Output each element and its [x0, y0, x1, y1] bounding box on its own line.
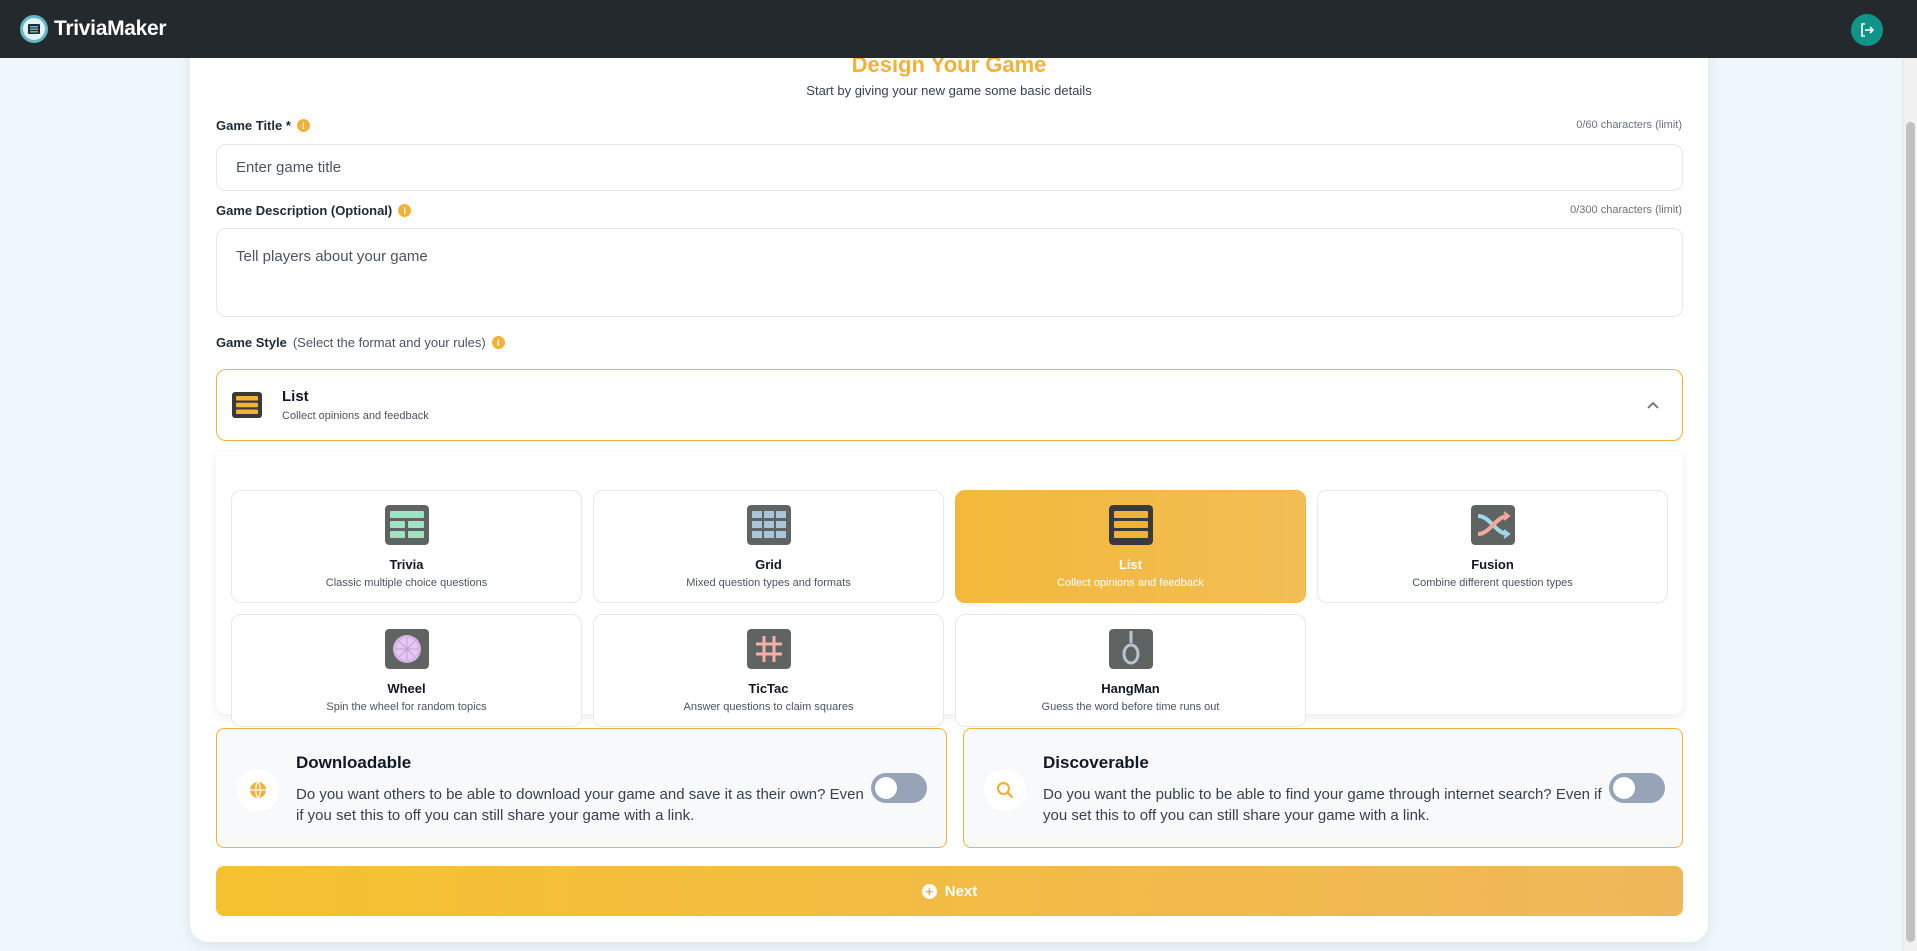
toggle-knob — [1613, 777, 1635, 799]
info-icon[interactable]: i — [398, 204, 412, 217]
app-name: TriviaMaker — [54, 17, 167, 40]
game-description-char-count: 0/300 characters (limit) — [1570, 204, 1682, 216]
downloadable-setting: Downloadable Do you want others to be ab… — [216, 728, 947, 848]
page-scrollbar[interactable] — [1902, 58, 1917, 951]
page-subtitle: Start by giving your new game some basic… — [806, 83, 1092, 98]
brand[interactable]: TriviaMaker — [20, 15, 167, 43]
downloadable-toggle[interactable] — [871, 773, 927, 803]
style-option-description: Answer questions to claim squares — [683, 701, 854, 713]
style-option-trivia[interactable]: Trivia Classic multiple choice questions — [231, 490, 582, 603]
game-title-char-count: 0/60 characters (limit) — [1576, 119, 1682, 131]
discoverable-description: Do you want the public to be able to fin… — [1043, 786, 1602, 824]
trivia-icon — [384, 505, 429, 545]
info-icon[interactable]: i — [296, 119, 310, 132]
search-icon — [984, 769, 1026, 811]
game-style-label: Game Style (Select the format and your r… — [216, 335, 505, 350]
info-icon[interactable]: i — [491, 336, 505, 349]
style-option-title: List — [1118, 557, 1143, 572]
tictac-icon — [746, 629, 791, 669]
style-option-title: HangMan — [1101, 681, 1160, 696]
style-option-hangman[interactable]: HangMan Guess the word before time runs … — [955, 614, 1306, 727]
style-option-title: Trivia — [389, 557, 424, 572]
scrollbar-thumb[interactable] — [1906, 122, 1915, 942]
fusion-icon — [1470, 505, 1515, 545]
style-option-wheel[interactable]: Wheel Spin the wheel for random topics — [231, 614, 582, 727]
style-option-fusion[interactable]: Fusion Combine different question types — [1317, 490, 1668, 603]
list-icon — [1108, 505, 1153, 545]
design-game-card: Design Your Game Start by giving your ne… — [190, 30, 1708, 942]
game-style-dropdown[interactable]: List Collect opinions and feedback — [216, 369, 1683, 441]
top-navigation-bar: TriviaMaker — [0, 0, 1917, 58]
selected-style-description: Collect opinions and feedback — [282, 410, 429, 422]
discoverable-title: Discoverable — [1043, 753, 1149, 772]
hangman-icon — [1108, 629, 1153, 669]
style-option-description: Mixed question types and formats — [686, 577, 851, 589]
game-title-label: Game Title * i — [216, 118, 310, 133]
style-option-description: Collect opinions and feedback — [1057, 577, 1204, 589]
next-button-label: Next — [944, 882, 978, 900]
style-option-title: Fusion — [1471, 557, 1514, 572]
plus-circle-icon: + — [921, 883, 937, 899]
toggle-knob — [875, 777, 897, 799]
globe-icon — [237, 769, 279, 811]
downloadable-description: Do you want others to be able to downloa… — [296, 786, 864, 824]
style-option-tictac[interactable]: TicTac Answer questions to claim squares — [593, 614, 944, 727]
game-description-label: Game Description (Optional) i — [216, 203, 412, 218]
game-description-textarea[interactable] — [216, 228, 1683, 317]
style-option-grid[interactable]: Grid Mixed question types and formats — [593, 490, 944, 603]
list-icon — [232, 392, 262, 418]
logout-button[interactable] — [1851, 14, 1883, 46]
game-style-label-text: Game Style — [216, 335, 287, 350]
game-title-label-text: Game Title * — [216, 118, 291, 133]
logout-icon — [1861, 23, 1875, 37]
style-option-title: Wheel — [387, 681, 426, 696]
style-option-list[interactable]: List Collect opinions and feedback — [955, 490, 1306, 603]
downloadable-title: Downloadable — [296, 753, 412, 772]
style-option-title: Grid — [755, 557, 782, 572]
trivia-maker-logo-icon — [20, 15, 48, 43]
game-description-label-text: Game Description (Optional) — [216, 203, 393, 218]
grid-icon — [746, 505, 791, 545]
style-option-description: Spin the wheel for random topics — [326, 701, 487, 713]
discoverable-setting: Discoverable Do you want the public to b… — [963, 728, 1683, 848]
game-style-hint: (Select the format and your rules) — [292, 335, 486, 350]
next-button[interactable]: + Next — [216, 866, 1683, 916]
style-option-description: Classic multiple choice questions — [325, 577, 488, 589]
style-option-title: TicTac — [748, 681, 789, 696]
wheel-icon — [384, 629, 429, 669]
style-option-description: Combine different question types — [1412, 577, 1573, 589]
chevron-up-icon[interactable] — [1646, 398, 1660, 412]
style-option-description: Guess the word before time runs out — [1041, 701, 1220, 713]
game-style-options-panel: Trivia Classic multiple choice questions… — [216, 452, 1683, 727]
selected-style-name: List — [282, 388, 309, 405]
discoverable-toggle[interactable] — [1609, 773, 1665, 803]
game-title-input[interactable] — [216, 144, 1683, 191]
